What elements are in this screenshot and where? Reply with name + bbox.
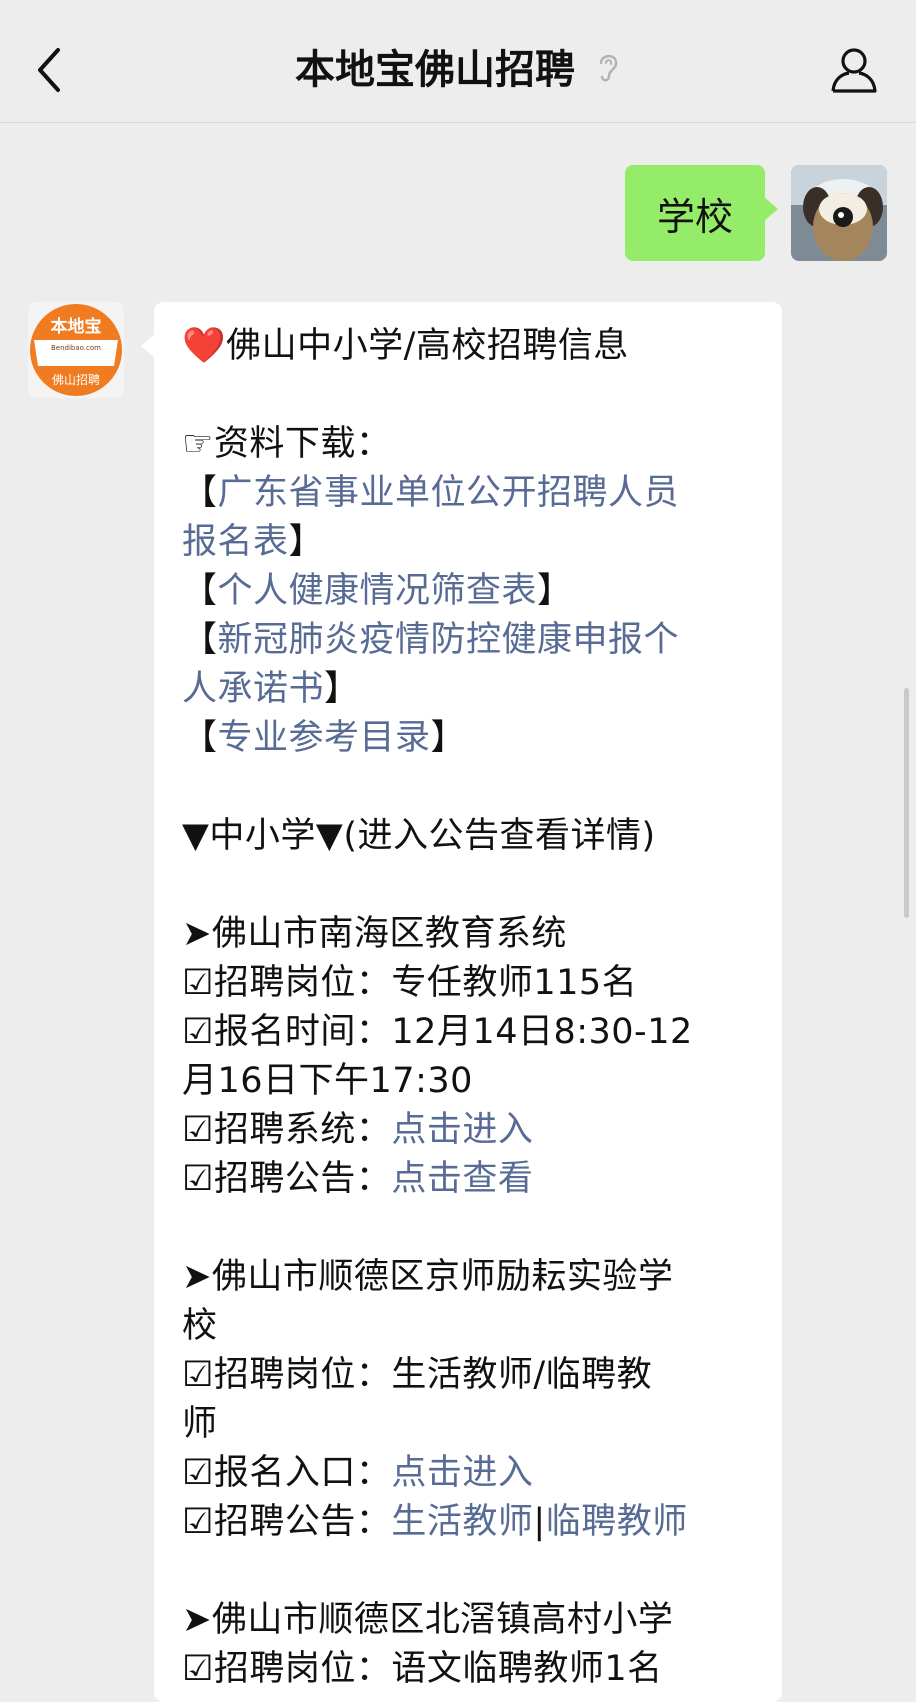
- svg-text:佛山招聘: 佛山招聘: [52, 373, 100, 387]
- profile-button[interactable]: [828, 44, 880, 96]
- item2-entry-label: ☑报名入口：: [182, 1453, 392, 1493]
- message-content: ❤️佛山中小学/高校招聘信息 ☞资料下载： 【广东省事业单位公开招聘人员 报名表…: [182, 322, 762, 1694]
- item1-position-label: ☑招聘岗位：: [182, 963, 392, 1003]
- item2-notice-link-2[interactable]: 临聘教师: [546, 1502, 688, 1542]
- bendibao-logo: 本地宝 Bendibao.com 佛山招聘: [28, 302, 124, 398]
- top-bar: 本地宝佛山招聘: [0, 0, 916, 123]
- item1-notice: ☑招聘公告：点击查看: [182, 1155, 762, 1204]
- section-title: ▼中小学▼(进入公告查看详情): [182, 816, 656, 856]
- item1-time-cont: 月16日下午17:30: [182, 1061, 473, 1101]
- download-link-3-text-2[interactable]: 人承诺书: [182, 669, 324, 709]
- item2-title: ➤佛山市顺德区京师励耘实验学: [182, 1257, 674, 1297]
- item1-system-link[interactable]: 点击进入: [391, 1110, 533, 1150]
- item1-time-value: 12月14日8:30-12: [391, 1012, 693, 1052]
- download-link-1[interactable]: 【广东省事业单位公开招聘人员: [182, 469, 762, 518]
- item2-notice-separator: |: [533, 1502, 546, 1542]
- bot-message-bubble: ❤️佛山中小学/高校招聘信息 ☞资料下载： 【广东省事业单位公开招聘人员 报名表…: [141, 302, 782, 1702]
- item2-position-label: ☑招聘岗位：: [182, 1355, 392, 1395]
- message-heading: 佛山中小学/高校招聘信息: [226, 326, 629, 366]
- item1-notice-link[interactable]: 点击查看: [391, 1159, 533, 1199]
- user-avatar[interactable]: [791, 165, 887, 261]
- page-title: 本地宝佛山招聘: [295, 47, 576, 93]
- item2-notice-label: ☑招聘公告：: [182, 1502, 392, 1542]
- item1-time-label: ☑报名时间：: [182, 1012, 392, 1052]
- item2-position-cont: 师: [182, 1404, 218, 1444]
- item2-entry-link[interactable]: 点击进入: [391, 1453, 533, 1493]
- item1-system: ☑招聘系统：点击进入: [182, 1106, 762, 1155]
- item2-entry: ☑报名入口：点击进入: [182, 1449, 762, 1498]
- download-link-4[interactable]: 【专业参考目录】: [182, 714, 762, 763]
- item1-position: ☑招聘岗位：专任教师115名: [182, 959, 762, 1008]
- download-link-4-text[interactable]: 专业参考目录: [218, 718, 431, 758]
- scroll-indicator[interactable]: [904, 688, 909, 918]
- item1-title: ➤佛山市南海区教育系统: [182, 914, 567, 954]
- item1-time: ☑报名时间：12月14日8:30-12: [182, 1008, 762, 1057]
- download-link-1-text[interactable]: 广东省事业单位公开招聘人员: [218, 473, 680, 513]
- download-link-3[interactable]: 【新冠肺炎疫情防控健康申报个: [182, 616, 762, 665]
- person-icon: [831, 48, 877, 93]
- download-link-2-text[interactable]: 个人健康情况筛查表: [218, 571, 538, 611]
- download-link-1-cont[interactable]: 报名表】: [182, 518, 762, 567]
- item2-notice-link-1[interactable]: 生活教师: [391, 1502, 533, 1542]
- item3-title: ➤佛山市顺德区北滘镇高村小学: [182, 1600, 674, 1640]
- title-area: 本地宝佛山招聘: [0, 38, 916, 104]
- bot-avatar[interactable]: 本地宝 Bendibao.com 佛山招聘: [28, 302, 124, 398]
- item2-position-value: 生活教师/临聘教: [391, 1355, 653, 1395]
- item1-notice-label: ☑招聘公告：: [182, 1159, 392, 1199]
- item2-notice: ☑招聘公告：生活教师|临聘教师: [182, 1498, 762, 1547]
- heart-icon: ❤️: [182, 326, 227, 366]
- item2-position: ☑招聘岗位：生活教师/临聘教: [182, 1351, 762, 1400]
- user-message-bubble[interactable]: 学校: [625, 165, 778, 261]
- ear-mute-icon: [595, 40, 621, 104]
- download-link-2[interactable]: 【个人健康情况筛查表】: [182, 567, 762, 616]
- user-message-text: 学校: [656, 194, 733, 239]
- message-heading-line: ❤️佛山中小学/高校招聘信息: [182, 322, 762, 371]
- item2-title-cont: 校: [182, 1306, 218, 1346]
- download-link-3-cont[interactable]: 人承诺书】: [182, 665, 762, 714]
- svg-text:本地宝: 本地宝: [51, 316, 102, 337]
- user-avatar-image: [791, 165, 887, 261]
- svg-text:Bendibao.com: Bendibao.com: [51, 344, 101, 352]
- download-label: ☞资料下载：: [182, 424, 392, 464]
- item1-system-label: ☑招聘系统：: [182, 1110, 392, 1150]
- item3-position: ☑招聘岗位：语文临聘教师1名: [182, 1649, 663, 1689]
- item1-position-value: 专任教师115名: [391, 963, 638, 1003]
- download-link-1-text-2[interactable]: 报名表: [182, 522, 289, 562]
- download-link-3-text[interactable]: 新冠肺炎疫情防控健康申报个: [218, 620, 680, 660]
